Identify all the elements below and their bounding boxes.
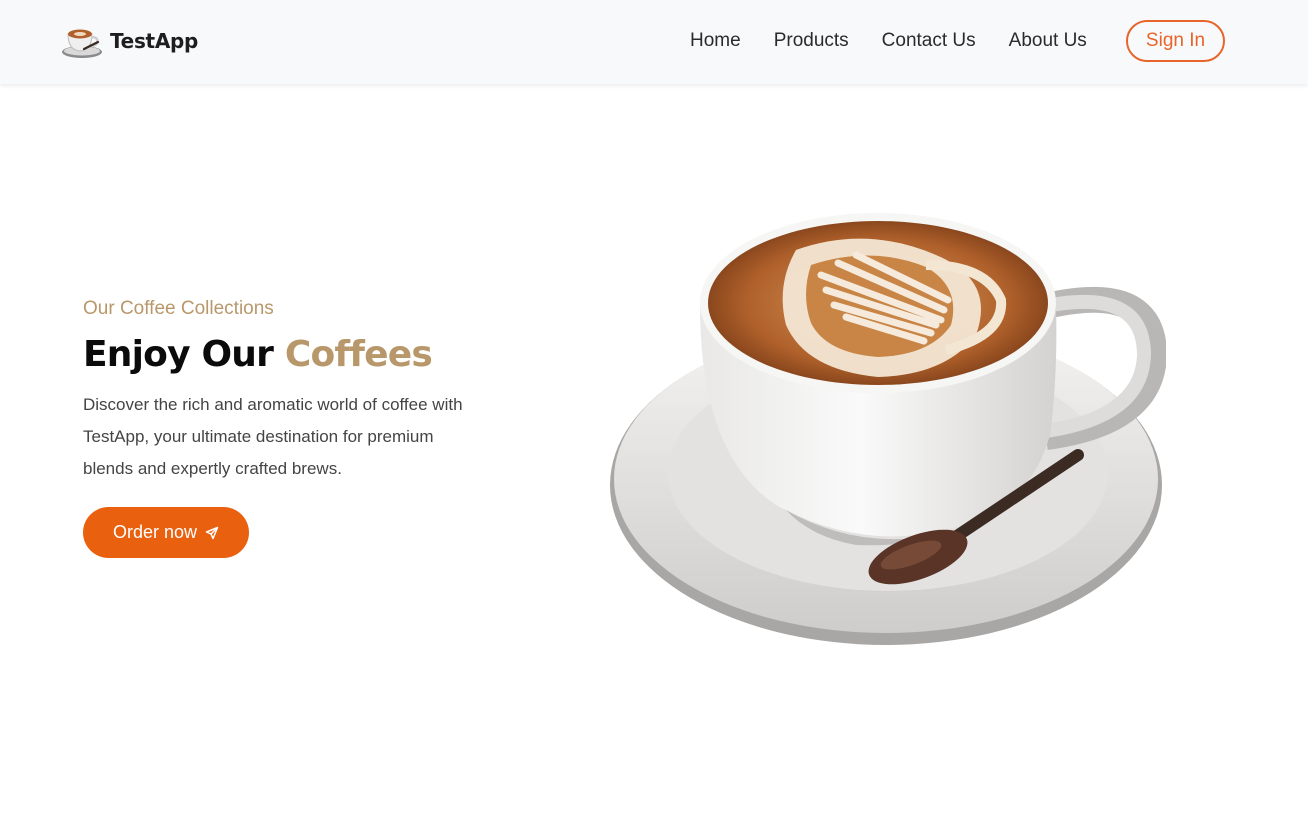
nav-contact-us[interactable]: Contact Us <box>882 30 976 52</box>
headline-main: Enjoy Our <box>83 334 285 375</box>
navbar: TestApp Home Products Contact Us About U… <box>0 0 1308 84</box>
brand-name: TestApp <box>110 29 199 53</box>
hero-eyebrow: Our Coffee Collections <box>83 298 274 319</box>
coffee-cup-logo-icon <box>62 29 102 58</box>
nav-about-us[interactable]: About Us <box>1009 30 1087 52</box>
headline-accent: Coffees <box>284 334 433 375</box>
order-now-label: Order now <box>112 522 198 542</box>
send-icon <box>205 526 219 539</box>
hero-headline: Enjoy Our Coffees <box>83 334 503 375</box>
hero-text: Our Coffee Collections Enjoy Our Coffees… <box>83 298 503 558</box>
order-now-button[interactable]: Order now <box>83 507 249 558</box>
sign-in-button[interactable]: Sign In <box>1126 20 1225 62</box>
nav-home[interactable]: Home <box>690 30 741 52</box>
nav-products[interactable]: Products <box>774 30 849 52</box>
main-nav: Home Products Contact Us About Us <box>690 30 1120 52</box>
coffee-cup-image <box>610 213 1166 645</box>
hero-description: Discover the rich and aromatic world of … <box>83 395 463 478</box>
brand-logo-link[interactable]: TestApp <box>60 22 198 60</box>
